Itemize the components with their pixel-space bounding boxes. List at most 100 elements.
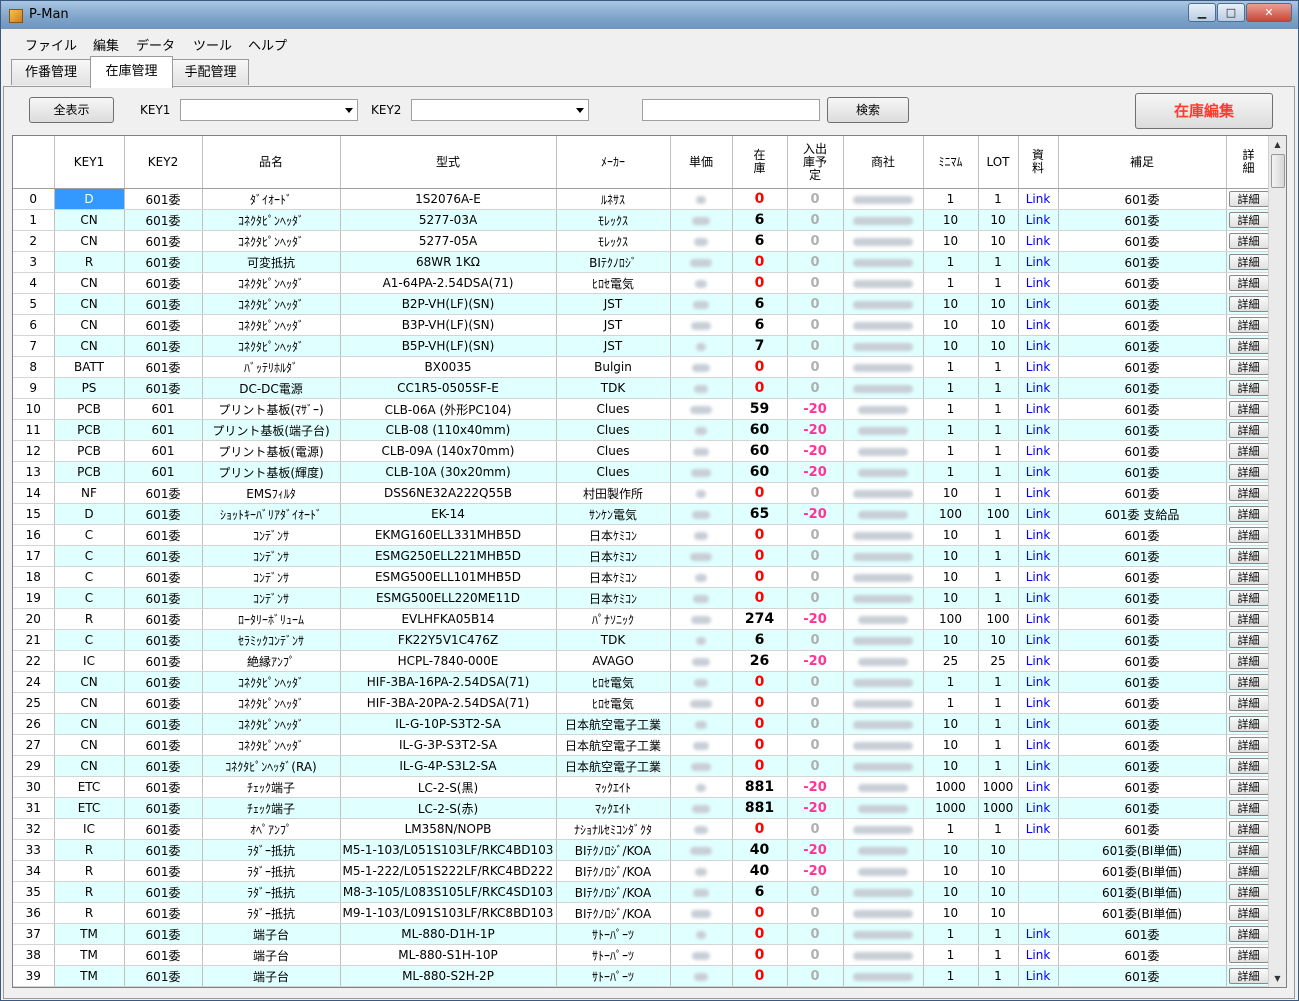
cell-note[interactable]: 601委 (1058, 671, 1227, 693)
row-header[interactable]: 8 (13, 356, 55, 378)
cell-planned[interactable]: 0 (787, 965, 844, 987)
cell-model[interactable]: CLB-10A (30x20mm) (340, 461, 557, 483)
cell-lot[interactable]: 1 (978, 818, 1019, 840)
cell-minimum[interactable]: 1 (923, 272, 979, 294)
cell-model[interactable]: 68WR 1KΩ (340, 251, 557, 273)
cell-key1[interactable]: R (54, 251, 125, 273)
cell-model[interactable]: DSS6NE32A222Q55B (340, 482, 557, 504)
detail-button[interactable]: 詳細 (1228, 653, 1269, 669)
cell-document[interactable]: Link (1018, 461, 1059, 483)
cell-document[interactable]: Link (1018, 314, 1059, 336)
row-header[interactable]: 22 (13, 650, 55, 672)
cell-name[interactable]: ｺﾈｸﾀﾋﾟﾝﾍｯﾀﾞ (202, 314, 341, 336)
cell-planned[interactable]: -20 (787, 860, 844, 882)
row-header[interactable]: 36 (13, 902, 55, 924)
cell-key2[interactable]: 601委 (124, 944, 203, 966)
cell-minimum[interactable]: 1000 (923, 797, 979, 819)
cell-price[interactable] (670, 797, 733, 819)
cell-note[interactable]: 601委 (1058, 587, 1227, 609)
col-header-name[interactable]: 品名 (202, 136, 341, 189)
show-all-button[interactable]: 全表示 (29, 97, 114, 123)
cell-minimum[interactable]: 1 (923, 356, 979, 378)
cell-minimum[interactable]: 1000 (923, 776, 979, 798)
cell-note[interactable]: 601委 (1058, 923, 1227, 945)
cell-key2[interactable]: 601委 (124, 629, 203, 651)
scroll-up-icon[interactable]: ▲ (1269, 136, 1286, 153)
cell-stock[interactable]: 0 (732, 944, 788, 966)
detail-button[interactable]: 詳細 (1228, 863, 1269, 879)
cell-dealer[interactable] (843, 293, 924, 315)
cell-lot[interactable]: 10 (978, 902, 1019, 924)
document-link[interactable]: Link (1026, 738, 1051, 752)
cell-planned[interactable]: 0 (787, 188, 844, 210)
cell-planned[interactable]: -20 (787, 797, 844, 819)
cell-model[interactable]: ML-880-S2H-2P (340, 965, 557, 987)
detail-button[interactable]: 詳細 (1228, 527, 1269, 543)
cell-planned[interactable]: 0 (787, 293, 844, 315)
row-header[interactable]: 0 (13, 188, 55, 210)
detail-button[interactable]: 詳細 (1228, 590, 1269, 606)
cell-minimum[interactable]: 1 (923, 398, 979, 420)
cell-maker[interactable]: BIﾃｸﾉﾛｼﾞ/KOA (556, 902, 671, 924)
cell-price[interactable] (670, 209, 733, 231)
cell-dealer[interactable] (843, 734, 924, 756)
cell-model[interactable]: 5277-05A (340, 230, 557, 252)
cell-document[interactable]: Link (1018, 251, 1059, 273)
detail-button[interactable]: 詳細 (1228, 359, 1269, 375)
cell-stock[interactable]: 0 (732, 965, 788, 987)
cell-stock[interactable]: 60 (732, 419, 788, 441)
row-header[interactable]: 9 (13, 377, 55, 399)
cell-note[interactable]: 601委 (1058, 461, 1227, 483)
cell-dealer[interactable] (843, 692, 924, 714)
cell-price[interactable] (670, 461, 733, 483)
cell-lot[interactable]: 1 (978, 923, 1019, 945)
cell-price[interactable] (670, 293, 733, 315)
cell-document[interactable]: Link (1018, 818, 1059, 840)
cell-maker[interactable]: ｻﾄｰﾊﾟｰﾂ (556, 965, 671, 987)
cell-planned[interactable]: 0 (787, 272, 844, 294)
document-link[interactable]: Link (1026, 675, 1051, 689)
cell-model[interactable]: HIF-3BA-20PA-2.54DSA(71) (340, 692, 557, 714)
cell-document[interactable] (1018, 839, 1059, 861)
cell-price[interactable] (670, 419, 733, 441)
cell-price[interactable] (670, 524, 733, 546)
document-link[interactable]: Link (1026, 591, 1051, 605)
cell-model[interactable]: EKMG160ELL331MHB5D (340, 524, 557, 546)
cell-key2[interactable]: 601委 (124, 314, 203, 336)
detail-button[interactable]: 詳細 (1228, 254, 1269, 270)
table-row[interactable]: 7 CN 601委 ｺﾈｸﾀﾋﾟﾝﾍｯﾀﾞ B5P-VH(LF)(SN) JST 7 0 10 1… (13, 335, 1272, 357)
detail-button[interactable]: 詳細 (1228, 947, 1269, 963)
cell-model[interactable]: A1-64PA-2.54DSA(71) (340, 272, 557, 294)
cell-note[interactable]: 601委 (1058, 650, 1227, 672)
cell-model[interactable]: LC-2-S(赤) (340, 797, 557, 819)
cell-minimum[interactable]: 10 (923, 839, 979, 861)
row-header[interactable]: 37 (13, 923, 55, 945)
table-row[interactable]: 14 NF 601委 EMSﾌｨﾙﾀ DSS6NE32A222Q55B 村田製作所 0 0 10… (13, 482, 1272, 504)
cell-stock[interactable]: 0 (732, 902, 788, 924)
cell-note[interactable]: 601委 (1058, 713, 1227, 735)
cell-note[interactable]: 601委 (1058, 566, 1227, 588)
cell-document[interactable]: Link (1018, 944, 1059, 966)
cell-price[interactable] (670, 188, 733, 210)
cell-key2[interactable]: 601委 (124, 965, 203, 987)
menu-edit[interactable]: 編集 (93, 35, 119, 54)
table-row[interactable]: 37 TM 601委 端子台 ML-880-D1H-1P ｻﾄｰﾊﾟｰﾂ 0 0 1 1 Link 6… (13, 923, 1272, 945)
col-header-note[interactable]: 補足 (1058, 136, 1227, 189)
cell-stock[interactable]: 881 (732, 797, 788, 819)
row-header[interactable]: 1 (13, 209, 55, 231)
cell-lot[interactable]: 1 (978, 566, 1019, 588)
menu-file[interactable]: ファイル (25, 35, 77, 54)
cell-key2[interactable]: 601委 (124, 230, 203, 252)
cell-name[interactable]: 可変抵抗 (202, 251, 341, 273)
scroll-thumb[interactable] (1271, 154, 1285, 188)
detail-button[interactable]: 詳細 (1228, 695, 1269, 711)
document-link[interactable]: Link (1026, 444, 1051, 458)
cell-key2[interactable]: 601委 (124, 356, 203, 378)
cell-dealer[interactable] (843, 377, 924, 399)
cell-note[interactable]: 601委 (1058, 335, 1227, 357)
cell-price[interactable] (670, 398, 733, 420)
cell-key1[interactable]: R (54, 860, 125, 882)
cell-document[interactable]: Link (1018, 692, 1059, 714)
cell-document[interactable]: Link (1018, 230, 1059, 252)
cell-maker[interactable]: JST (556, 293, 671, 315)
